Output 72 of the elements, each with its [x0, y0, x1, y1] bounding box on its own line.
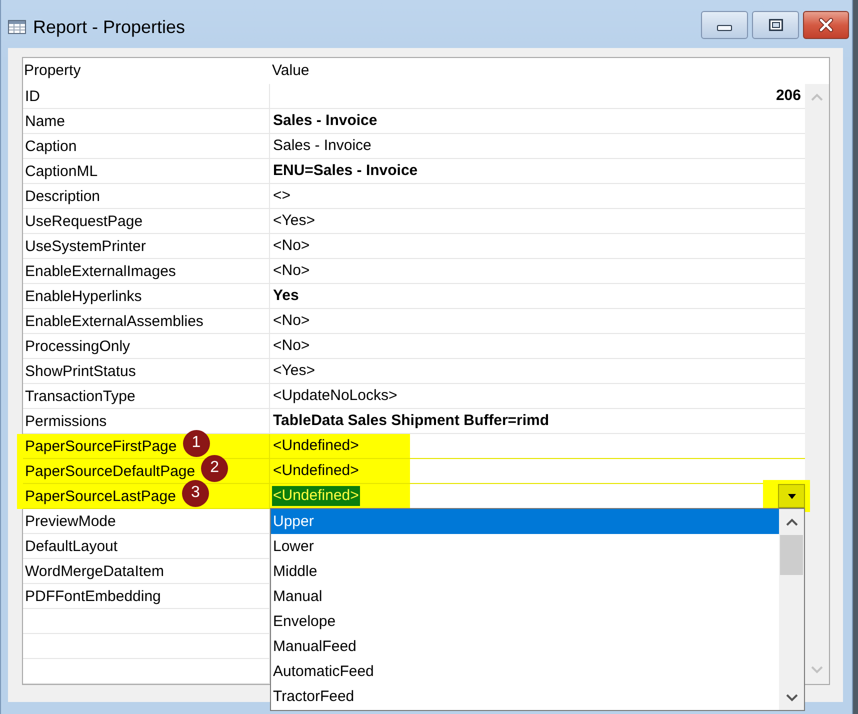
property-row[interactable]: Name Sales - Invoice: [23, 109, 805, 134]
property-row[interactable]: Description <>: [23, 184, 805, 209]
property-name: Description: [25, 188, 100, 204]
property-value: <UpdateNoLocks>: [272, 386, 398, 406]
property-name: CaptionML: [25, 162, 98, 180]
property-name: Caption: [25, 138, 77, 154]
table-icon: [8, 20, 26, 34]
callout-number: 1: [182, 430, 210, 456]
property-name: PaperSourceFirstPage: [25, 438, 177, 454]
property-name: UseSystemPrinter: [25, 238, 146, 254]
property-row[interactable]: Permissions TableData Sales Shipment Buffer=rimd: [23, 409, 805, 434]
property-value: <No>: [272, 236, 311, 256]
scroll-up-icon[interactable]: [786, 518, 798, 526]
property-row[interactable]: EnableHyperlinks Yes: [23, 284, 805, 309]
property-value: <Undefined>: [272, 436, 360, 456]
property-name: PreviewMode: [25, 512, 116, 530]
property-value: <Yes>: [272, 211, 316, 231]
property-row[interactable]: UseSystemPrinter <No>: [23, 234, 805, 259]
scrollbar[interactable]: [779, 509, 804, 710]
property-name: ShowPrintStatus: [25, 362, 136, 380]
property-row[interactable]: ID 206: [23, 84, 805, 109]
property-name: ID: [25, 88, 40, 104]
property-name: PaperSourceDefaultPage: [25, 462, 196, 480]
property-row[interactable]: CaptionML ENU=Sales - Invoice: [23, 159, 805, 184]
property-value: <No>: [272, 261, 311, 281]
property-name: EnableHyperlinks: [25, 288, 142, 304]
property-name: TransactionType: [25, 388, 136, 404]
close-icon: [819, 18, 833, 32]
property-name: ProcessingOnly: [25, 338, 130, 354]
property-value: Sales - Invoice: [272, 111, 378, 131]
property-name: Permissions: [25, 412, 107, 430]
property-value: <No>: [272, 311, 311, 331]
property-row[interactable]: Caption Sales - Invoice: [23, 134, 805, 159]
property-name: PDFFontEmbedding: [25, 588, 161, 604]
callout-number: 3: [182, 480, 209, 506]
column-header: Property: [24, 62, 81, 79]
property-name: EnableExternalImages: [25, 262, 176, 280]
property-value: <Undefined>: [272, 486, 360, 506]
property-name: UseRequestPage: [25, 212, 143, 230]
property-row[interactable]: TransactionType <UpdateNoLocks>: [23, 384, 805, 409]
close-button[interactable]: [803, 11, 849, 39]
property-value: <Yes>: [272, 361, 316, 381]
property-name: DefaultLayout: [25, 538, 118, 554]
property-value: Yes: [272, 286, 300, 306]
property-row[interactable]: UseRequestPage <Yes>: [23, 209, 805, 234]
property-value: <No>: [272, 336, 311, 356]
property-row[interactable]: EnableExternalAssemblies <No>: [23, 309, 805, 334]
property-name: WordMergeDataItem: [25, 562, 164, 580]
callout-number: 2: [201, 454, 228, 482]
property-row[interactable]: ShowPrintStatus <Yes>: [23, 359, 805, 384]
minimize-icon: [717, 25, 732, 31]
scroll-down-icon[interactable]: [786, 694, 798, 702]
property-value: Sales - Invoice: [272, 136, 372, 156]
dropdown-option[interactable]: Upper: [271, 509, 779, 534]
caret-icon: [788, 494, 796, 498]
scrollbar-thumb[interactable]: [780, 535, 803, 575]
property-name: EnableExternalAssemblies: [25, 312, 204, 330]
minimize-button[interactable]: [701, 11, 748, 39]
property-row[interactable]: EnableExternalImages <No>: [23, 259, 805, 284]
column-header: Value: [272, 62, 310, 79]
property-row[interactable]: ProcessingOnly <No>: [23, 334, 805, 359]
property-name: PaperSourceLastPage: [25, 488, 176, 504]
property-value: <Undefined>: [272, 461, 360, 481]
property-value: 206: [774, 86, 802, 106]
property-value: ENU=Sales - Invoice: [272, 161, 419, 181]
property-name: Name: [25, 112, 66, 130]
maximize-icon: [768, 19, 782, 31]
property-value: TableData Sales Shipment Buffer=rimd: [272, 411, 550, 431]
dropdown-button[interactable]: [778, 484, 805, 508]
window-title: Report - Properties: [33, 16, 186, 38]
maximize-button[interactable]: [752, 11, 799, 39]
property-value: <>: [272, 186, 292, 206]
